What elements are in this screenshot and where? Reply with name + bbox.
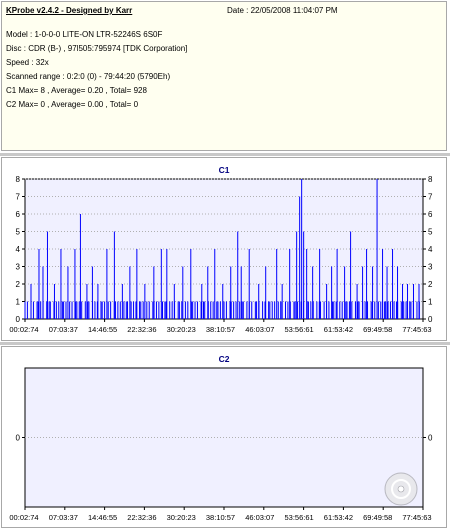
y-tick-label: 7 <box>16 193 21 202</box>
y-tick-label-right: 6 <box>428 210 433 219</box>
c2-chart: C2 0 0 00:02:74 07:03:37 14:46:55 22:32:36 30:2… <box>9 354 433 522</box>
x-tick-label: 00:02:74 <box>9 513 38 522</box>
x-tick-label: 22:32:36 <box>127 325 156 334</box>
x-tick-label: 69:49:58 <box>363 513 392 522</box>
x-tick-label: 61:53:42 <box>324 325 353 334</box>
y-tick-label: 0 <box>16 434 21 443</box>
scan-speed: Speed : 32x <box>6 58 49 67</box>
y-tick-label-right: 0 <box>428 434 433 443</box>
x-tick-label: 46:03:07 <box>245 325 274 334</box>
x-tick-label: 53:56:61 <box>284 325 313 334</box>
chart-title: C1 <box>219 165 230 175</box>
x-tick-label: 07:03:37 <box>49 325 78 334</box>
y-tick-label-right: 3 <box>428 263 433 272</box>
x-tick-label: 46:03:07 <box>245 513 274 522</box>
c1-chart: C1 0 0 1 1 2 2 3 3 4 4 5 5 6 6 7 7 8 8 00:02:74 07:03:37 14:4… <box>9 165 433 334</box>
x-tick-label: 53:56:61 <box>284 513 313 522</box>
x-tick-label: 00:02:74 <box>9 325 38 334</box>
x-tick-label: 38:10:57 <box>206 513 235 522</box>
cd-disc-hole <box>397 485 405 493</box>
disc-info: Disc : CDR (B-) , 97l505:795974 [TDK Cor… <box>6 44 188 53</box>
y-tick-label-right: 2 <box>428 280 433 289</box>
x-tick-label: 77:45:63 <box>402 513 431 522</box>
splitter-top[interactable] <box>0 153 450 156</box>
c2-chart-panel: C2 0 0 00:02:74 07:03:37 14:46:55 22:32:36 30:2… <box>1 346 447 528</box>
drive-model: Model : 1-0-0-0 LITE-ON LTR-52246S 6S0F <box>6 30 163 39</box>
x-tick-label: 69:49:58 <box>363 325 392 334</box>
x-tick-label: 22:32:36 <box>127 513 156 522</box>
y-tick-label: 4 <box>16 245 21 254</box>
x-tick-label: 14:46:55 <box>88 325 117 334</box>
x-tick-label: 77:45:63 <box>402 325 431 334</box>
c1-stats: C1 Max= 8 , Average= 0.20 , Total= 928 <box>6 86 147 95</box>
x-tick-label: 38:10:57 <box>206 325 235 334</box>
c2-stats: C2 Max= 0 , Average= 0.00 , Total= 0 <box>6 100 139 109</box>
c1-chart-panel: C1 0 0 1 1 2 2 3 3 4 4 5 5 6 6 7 7 8 8 00:02:74 07:03:37 14:4… <box>1 157 447 341</box>
y-tick-label: 8 <box>16 175 21 184</box>
y-tick-label-right: 1 <box>428 298 433 307</box>
x-tick-label: 14:46:55 <box>88 513 117 522</box>
y-tick-label-right: 0 <box>428 315 433 324</box>
splitter-bottom[interactable] <box>0 342 450 345</box>
disc-info-panel: KProbe v2.4.2 - Designed by Karr Date : … <box>1 1 447 151</box>
app-title: KProbe v2.4.2 - Designed by Karr <box>6 6 133 15</box>
scan-date: Date : 22/05/2008 11:04:07 PM <box>227 6 338 15</box>
y-tick-label-right: 8 <box>428 175 433 184</box>
y-tick-label: 1 <box>16 298 21 307</box>
y-tick-label-right: 5 <box>428 228 433 237</box>
scanned-range: Scanned range : 0:2:0 (0) - 79:44:20 (57… <box>6 72 171 81</box>
y-tick-label-right: 7 <box>428 193 433 202</box>
x-tick-label: 61:53:42 <box>324 513 353 522</box>
y-tick-label: 2 <box>16 280 21 289</box>
x-tick-label: 30:20:23 <box>167 325 196 334</box>
y-tick-label: 6 <box>16 210 21 219</box>
x-tick-label: 07:03:37 <box>49 513 78 522</box>
y-tick-label-right: 4 <box>428 245 433 254</box>
x-tick-label: 30:20:23 <box>167 513 196 522</box>
y-tick-label: 3 <box>16 263 21 272</box>
y-tick-label: 0 <box>16 315 21 324</box>
chart-title: C2 <box>219 354 230 364</box>
y-tick-label: 5 <box>16 228 21 237</box>
